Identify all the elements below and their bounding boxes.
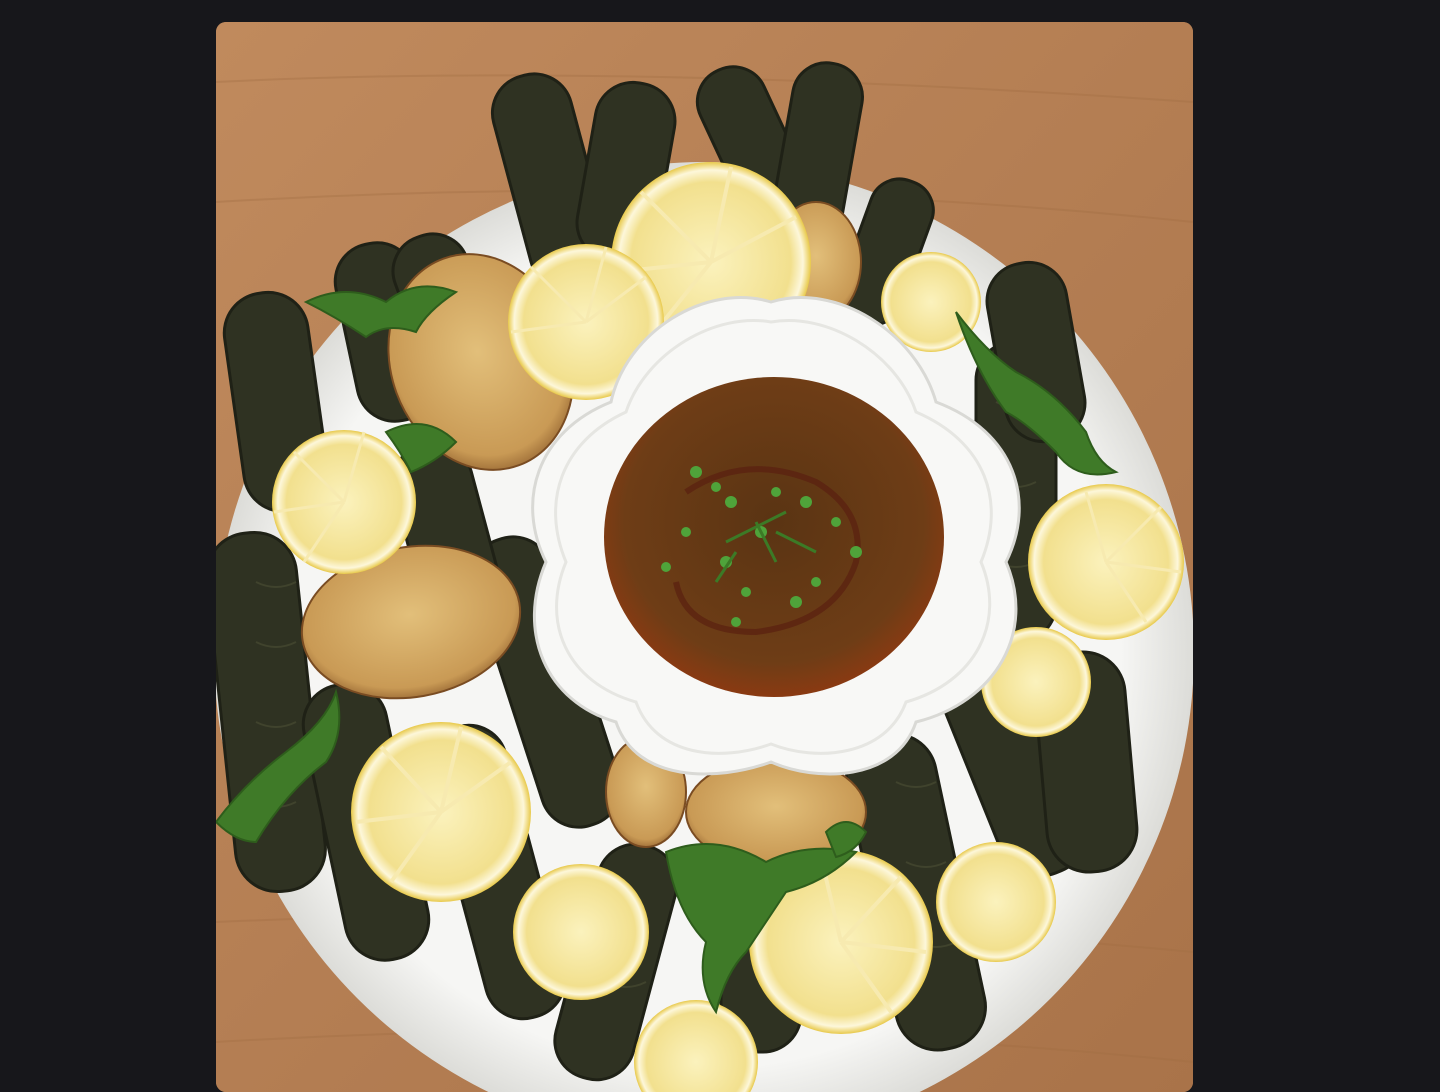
tomato-sauce — [604, 377, 944, 697]
stuffed-grape-leaves-platter-image — [216, 22, 1193, 1092]
food-photo — [216, 22, 1193, 1092]
